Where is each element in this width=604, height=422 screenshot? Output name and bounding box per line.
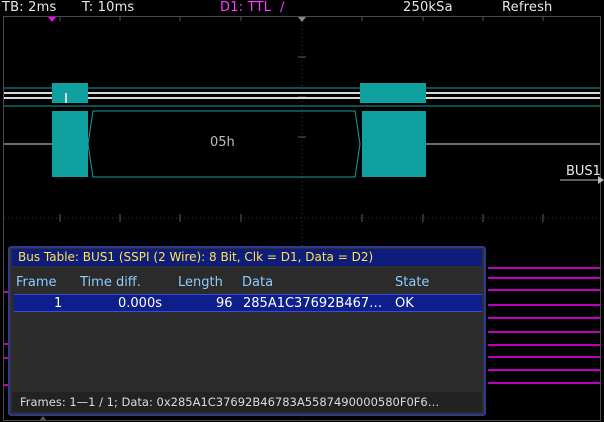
trigger-source-readout[interactable]: D1: TTL <box>220 0 271 15</box>
sample-rate-readout[interactable]: 250kSa <box>403 0 453 15</box>
decoded-value-label: 05h <box>210 135 235 150</box>
clock-burst-2 <box>360 83 426 103</box>
bus-frame-start <box>52 111 88 177</box>
bus-table-footer: Frames: 1—1 / 1; Data: 0x285A1C37692B467… <box>12 392 482 412</box>
bus-frame-end <box>362 111 426 177</box>
column-header-state[interactable]: State <box>395 275 429 290</box>
column-header-time-diff[interactable]: Time diff. <box>80 275 141 290</box>
bus-table-window[interactable]: Bus Table: BUS1 (SSPI (2 Wire): 8 Bit, C… <box>8 246 486 416</box>
bottom-marker <box>40 416 46 420</box>
status-bar: TB: 2ms T: 10ms D1: TTL ∕ 250kSa Refresh <box>0 0 604 15</box>
grid-ticks <box>59 17 544 222</box>
column-header-frame[interactable]: Frame <box>16 275 57 290</box>
bus-table-title[interactable]: Bus Table: BUS1 (SSPI (2 Wire): 8 Bit, C… <box>12 249 482 266</box>
cell-state: OK <box>395 296 414 311</box>
trigger-edge-icon: ∕ <box>280 0 285 15</box>
cell-frame: 1 <box>54 296 63 311</box>
acquisition-mode-readout[interactable]: Refresh <box>502 0 553 15</box>
bus-table-body: Frame Time diff. Length Data State 1 0.0… <box>12 268 482 392</box>
table-row[interactable]: 1 0.000s 96 285A1C37692B467… OK <box>14 294 482 312</box>
cell-data: 285A1C37692B467… <box>243 296 383 311</box>
timebase-readout[interactable]: TB: 2ms <box>2 0 56 15</box>
cell-time-diff: 0.000s <box>118 296 162 311</box>
column-header-data[interactable]: Data <box>242 275 273 290</box>
column-header-length[interactable]: Length <box>178 275 223 290</box>
trigger-center-marker <box>298 17 306 22</box>
cell-length: 96 <box>216 296 233 311</box>
digital-trace-top <box>4 92 600 99</box>
trigger-position-marker[interactable] <box>48 17 56 22</box>
clock-burst-1 <box>52 83 88 103</box>
bus-channel-label[interactable]: BUS1 <box>566 164 601 179</box>
trigger-position-readout[interactable]: T: 10ms <box>82 0 134 15</box>
